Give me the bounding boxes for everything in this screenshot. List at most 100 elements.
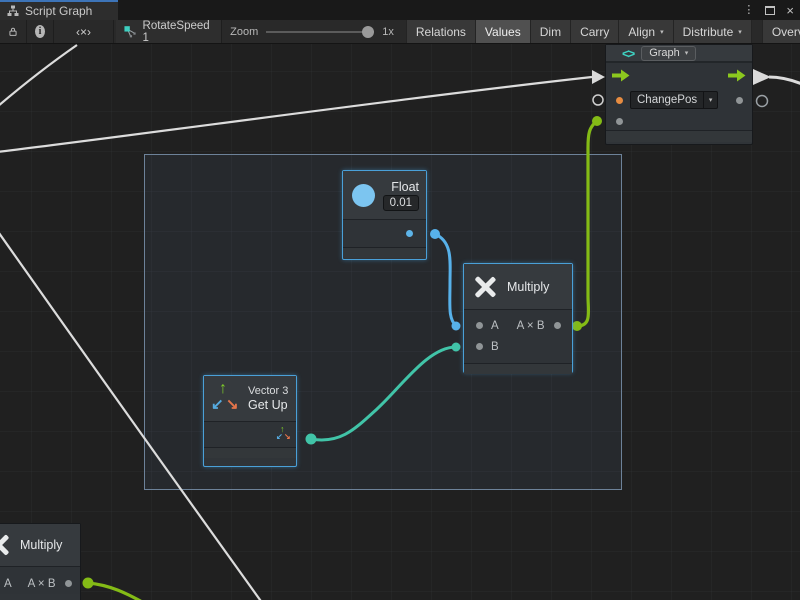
graph-reference-label: RotateSpeed 1 [143,20,212,44]
node-graph-unit[interactable]: <> Graph ▾ ChangePos ▾ [605,44,753,145]
changepos-dropdown[interactable]: ChangePos ▾ [630,91,718,109]
graph-unit-body: ChangePos ▾ [606,63,752,130]
relations-label: Relations [416,25,466,39]
graph-canvas[interactable]: Float 0.01 Multiply A A × B [0,44,800,600]
control-input-arrow-icon[interactable] [612,69,630,82]
toolbar-buttons: Relations Values Dim Carry Align▾ Distri… [406,20,800,43]
port-multiply-b[interactable] [476,343,483,350]
title-bar: Script Graph ⋮ × [0,0,800,20]
port-label-out: A × B [28,578,56,590]
code-icon: ‹×› [76,25,91,39]
float-type-icon [352,184,375,207]
lock-icon [8,25,18,38]
zoom-value: 1x [382,26,394,38]
graph-reference-button[interactable]: RotateSpeed 1 [116,20,222,43]
carry-button[interactable]: Carry [571,20,619,43]
zoom-slider-handle[interactable] [362,26,374,38]
overview-button[interactable]: Overview [762,20,800,43]
port-ring-right [757,96,768,107]
zoom-slider[interactable] [266,26,374,38]
graph-unit-header: <> Graph ▾ [606,45,752,63]
menu-icon[interactable]: ⋮ [743,5,754,16]
chevron-down-icon: ▾ [685,49,689,57]
port-variable-output[interactable] [736,97,743,104]
info-button[interactable]: i [27,20,54,43]
chevron-down-icon: ▾ [709,96,713,104]
arrow-downright-icon: ↘ [284,432,291,441]
close-icon[interactable]: × [786,4,794,17]
relations-button[interactable]: Relations [406,20,476,43]
port-float-output[interactable] [406,230,413,237]
node-multiply-partial-header: Multiply [0,524,80,567]
maximize-icon[interactable] [765,6,775,15]
node-vector3-footer [204,447,296,458]
node-float-body [343,220,426,247]
port-multiply-out[interactable] [65,580,72,587]
script-graph-window: Script Graph ⋮ × i ‹×› [0,0,800,600]
multiply-icon [472,274,498,300]
control-output-arrow-icon[interactable] [728,69,746,82]
graph-dropdown-button[interactable]: Graph ▾ [641,46,696,61]
arrow-downright-icon: ↘ [226,395,239,413]
multiply-icon [0,532,11,558]
dim-button[interactable]: Dim [531,20,571,43]
values-button[interactable]: Values [476,20,531,43]
node-multiply-footer [464,363,572,374]
wire-bottom-multiply-out [88,583,144,600]
node-vector3-getup[interactable]: ↑ ↙ ↘ Vector 3 Get Up ↑ ↙ ↘ [203,375,297,467]
node-multiply-partial[interactable]: Multiply A A × B [0,523,81,600]
port-variable-input[interactable] [616,97,623,104]
distribute-button[interactable]: Distribute▾ [674,20,752,43]
wire-endpoint [83,578,94,589]
node-multiply-partial-body: A A × B [0,567,80,594]
align-button[interactable]: Align▾ [619,20,673,43]
node-vector3-header: ↑ ↙ ↘ Vector 3 Get Up [204,376,296,422]
wire-white-topleft [0,45,77,107]
distribute-label: Distribute [683,25,734,39]
changepos-label: ChangePos [631,94,703,106]
graph-unit-footer [606,130,752,142]
port-label-out: A × B [517,320,545,332]
wire-white-right [769,77,800,84]
node-multiply-header: Multiply [464,264,572,310]
code-preview-button[interactable]: ‹×› [54,20,114,43]
port-getup-output[interactable]: ↑ ↙ ↘ [276,427,291,443]
zoom-control: Zoom 1x [222,20,402,43]
float-value-field[interactable]: 0.01 [383,195,419,211]
node-float-header: Float 0.01 [343,171,426,220]
node-subtitle: Get Up [248,398,288,412]
toolbar: i ‹×› RotateSpeed 1 Zoom 1x Relations Va… [0,20,800,44]
arrow-downleft-icon: ↙ [276,432,283,441]
port-ring-left [593,95,603,105]
tab-script-graph[interactable]: Script Graph [0,0,118,20]
node-multiply[interactable]: Multiply A A × B B [463,263,573,373]
graph-hierarchy-icon [7,5,19,17]
code-chevrons-icon: <> [622,46,633,61]
chevron-down-icon: ▾ [660,28,664,36]
arrow-downleft-icon: ↙ [211,395,224,413]
graph-dropdown-label: Graph [649,47,680,59]
dim-label: Dim [540,25,561,39]
overview-label: Overview [772,25,800,39]
node-multiply-body: A A × B B [464,310,572,363]
node-float[interactable]: Float 0.01 [342,170,427,260]
node-vector3-body: ↑ ↙ ↘ [204,422,296,447]
lock-button[interactable] [0,20,27,43]
zoom-label: Zoom [230,26,258,38]
port-label-a: A [4,578,12,590]
window-controls: ⋮ × [743,0,794,20]
port-multiply-a[interactable] [476,322,483,329]
node-float-footer [343,247,426,258]
node-title: Multiply [20,538,62,552]
port-label-b: B [491,341,499,353]
port-label-a: A [491,320,499,332]
port-extra-input[interactable] [616,118,623,125]
port-multiply-out[interactable] [554,322,561,329]
vector3-icon: ↑ ↙ ↘ [211,383,242,415]
zoom-slider-track[interactable] [266,31,374,33]
graph-node-icon [124,25,137,39]
values-label: Values [485,25,521,39]
info-icon: i [35,25,45,38]
node-title: Float [391,180,419,194]
wire-endpoint [592,116,602,126]
